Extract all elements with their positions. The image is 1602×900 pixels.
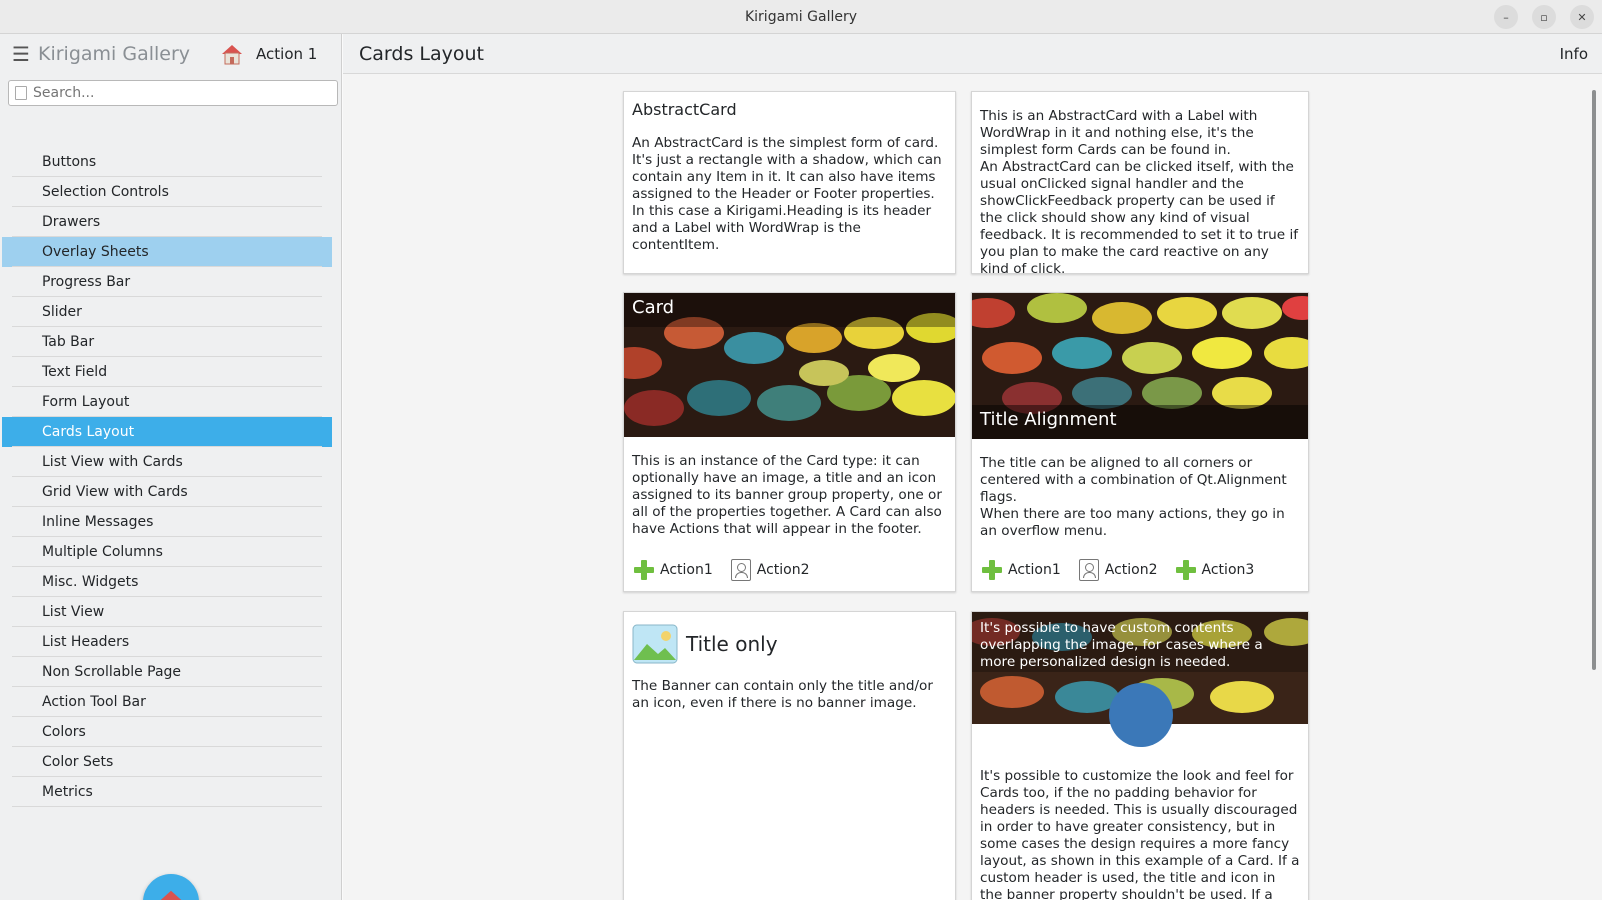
window-controls: – ▫ ✕ [1494,5,1594,29]
image-placeholder-icon [632,624,678,664]
search-field[interactable] [8,80,338,106]
search-input[interactable] [33,85,323,101]
window-titlebar: Kirigami Gallery – ▫ ✕ [0,0,1602,34]
abstract-card: AbstractCard An AbstractCard is the simp… [623,91,956,274]
title-alignment-banner-title: Title Alignment [972,405,1308,439]
sidebar-header: ☰ Kirigami Gallery Action 1 [0,34,341,74]
card-banner-image: Card [624,293,955,437]
info-button[interactable]: Info [1560,45,1588,63]
sidebar: ☰ Kirigami Gallery Action 1 Buttons Sele… [0,34,342,900]
search-document-icon [15,86,27,100]
sidebar-item-non-scrollable-page[interactable]: Non Scrollable Page [2,657,332,687]
card-text: This is an instance of the Card type: it… [632,453,942,537]
page-title: Cards Layout [359,42,484,65]
sidebar-item-slider[interactable]: Slider [2,297,332,327]
action-label: Action2 [1104,562,1158,578]
title-alignment-action2-button[interactable]: Action2 [1078,559,1158,581]
sidebar-item-misc-widgets[interactable]: Misc. Widgets [2,567,332,597]
card-action2-button[interactable]: Action2 [730,559,810,581]
action-label: Action2 [756,562,810,578]
title-alignment-banner-image: Title Alignment [972,293,1308,439]
close-button[interactable]: ✕ [1570,5,1594,29]
sidebar-item-color-sets[interactable]: Color Sets [2,747,332,777]
sidebar-item-multiple-columns[interactable]: Multiple Columns [2,537,332,567]
avatar [1109,683,1173,747]
title-only-header: Title only [624,612,955,664]
sidebar-item-text-field[interactable]: Text Field [2,357,332,387]
sidebar-nav: Buttons Selection Controls Drawers Overl… [0,147,342,807]
card-with-banner: Card This is an instance of the Card typ… [623,292,956,592]
clickable-abstract-card[interactable]: This is an AbstractCard with a Label wit… [971,91,1309,277]
custom-header-overlay-text: It's possible to have custom contents ov… [980,620,1263,670]
window-title: Kirigami Gallery [744,8,858,25]
sidebar-item-list-view-with-cards[interactable]: List View with Cards [2,447,332,477]
action-label: Action3 [1201,562,1255,578]
content-scrollbar[interactable] [1592,90,1596,670]
home-icon[interactable] [220,42,244,66]
title-alignment-action1-button[interactable]: Action1 [982,559,1061,581]
title-only-title: Title only [686,632,778,656]
card-action1-button[interactable]: Action1 [634,559,713,581]
add-icon [1175,560,1196,580]
sidebar-item-drawers[interactable]: Drawers [2,207,332,237]
cards-content: AbstractCard An AbstractCard is the simp… [343,74,1602,900]
sidebar-item-buttons[interactable]: Buttons [2,147,332,177]
abstract-card-heading: AbstractCard [632,100,737,119]
action-1-button[interactable]: Action 1 [256,45,317,63]
minimize-button[interactable]: – [1494,5,1518,29]
sidebar-item-colors[interactable]: Colors [2,717,332,747]
card-footer-actions: Action1 Action2 [624,559,820,581]
title-alignment-card: Title Alignment The title can be aligned… [971,292,1309,592]
sidebar-item-list-headers[interactable]: List Headers [2,627,332,657]
contact-icon [730,559,751,581]
sidebar-item-inline-messages[interactable]: Inline Messages [2,507,332,537]
sidebar-item-action-tool-bar[interactable]: Action Tool Bar [2,687,332,717]
sidebar-item-metrics[interactable]: Metrics [2,777,332,807]
title-alignment-footer-actions: Action1 Action2 Action3 [972,559,1264,581]
action-label: Action1 [660,562,713,578]
title-alignment-text: The title can be aligned to all corners … [980,455,1287,539]
sidebar-item-grid-view-with-cards[interactable]: Grid View with Cards [2,477,332,507]
maximize-button[interactable]: ▫ [1532,5,1556,29]
custom-header-card: It's possible to have custom contents ov… [971,611,1309,900]
sidebar-item-tab-bar[interactable]: Tab Bar [2,327,332,357]
title-alignment-action3-button[interactable]: Action3 [1175,559,1255,581]
sidebar-item-form-layout[interactable]: Form Layout [2,387,332,417]
title-only-text: The Banner can contain only the title an… [632,678,933,711]
custom-header-text: It's possible to customize the look and … [980,768,1300,900]
search-container [0,74,341,110]
clickable-abstract-card-text: This is an AbstractCard with a Label wit… [980,108,1299,277]
card-banner-title: Card [624,293,955,327]
page-header: Cards Layout Info [343,34,1602,74]
sidebar-item-selection-controls[interactable]: Selection Controls [2,177,332,207]
sidebar-item-progress-bar[interactable]: Progress Bar [2,267,332,297]
action-label: Action1 [1008,562,1061,578]
home-icon [160,890,182,900]
home-fab-button[interactable] [143,874,199,900]
title-only-card: Title only The Banner can contain only t… [623,611,956,900]
sidebar-item-cards-layout[interactable]: Cards Layout [2,417,332,447]
abstract-card-text: An AbstractCard is the simplest form of … [632,135,942,253]
hamburger-menu-icon[interactable]: ☰ [12,42,34,66]
sidebar-item-list-view[interactable]: List View [2,597,332,627]
add-icon [634,560,654,580]
add-icon [982,560,1002,580]
app-title: Kirigami Gallery [38,43,191,65]
contact-icon [1078,559,1099,581]
sidebar-item-overlay-sheets[interactable]: Overlay Sheets [2,237,332,267]
